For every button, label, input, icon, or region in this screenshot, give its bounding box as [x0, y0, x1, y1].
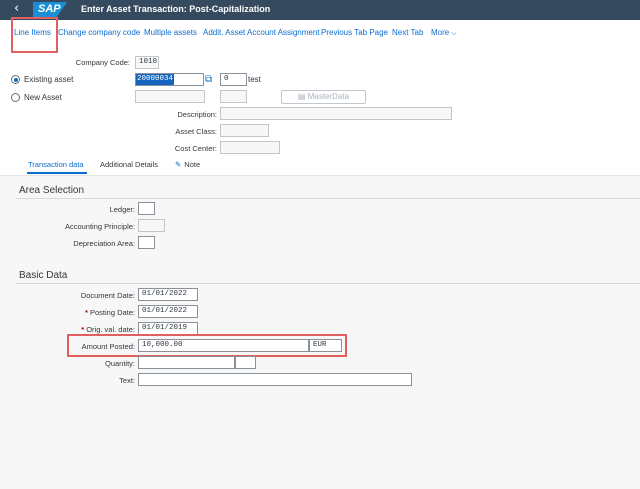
text-label: Text:	[119, 376, 135, 385]
amount-posted-field[interactable]: 10,000.00	[138, 339, 309, 352]
back-icon[interactable]: ‹	[14, 2, 19, 16]
line-items-highlight	[11, 17, 58, 53]
amount-posted-label: Amount Posted:	[81, 342, 135, 351]
masterdata-icon: ▤	[297, 92, 308, 101]
basic-data-title: Basic Data	[19, 270, 68, 281]
asset-class-label: Asset Class:	[175, 127, 217, 136]
previous-tab-page-button[interactable]: Previous Tab Page	[321, 28, 388, 38]
shell-bar: ‹ SAP Enter Asset Transaction: Post-Capi…	[0, 0, 640, 20]
cost-center-label: Cost Center:	[174, 144, 217, 153]
company-code-field[interactable]: 1010	[135, 56, 159, 69]
text-field[interactable]	[138, 373, 412, 386]
document-date-label: Document Date:	[80, 291, 135, 300]
active-tab-indicator	[27, 172, 87, 174]
page-title: Enter Asset Transaction: Post-Capitaliza…	[81, 4, 271, 14]
cost-center-field[interactable]	[220, 141, 280, 154]
addit-asset-account-assignment-button[interactable]: Addit. Asset Account Assignment	[203, 28, 320, 38]
basic-data-divider	[16, 283, 640, 284]
asset-number-value: 20000034	[136, 74, 175, 85]
tab-additional-details[interactable]: Additional Details	[100, 160, 158, 170]
sap-logo: SAP	[33, 2, 67, 17]
company-code-label: Company Code:	[75, 58, 130, 67]
copy-icon[interactable]: ⧉	[205, 74, 216, 85]
quantity-unit-field[interactable]	[235, 356, 256, 369]
sub-number-field[interactable]: 0	[220, 73, 247, 86]
chevron-down-icon: ⌵	[451, 29, 457, 37]
more-label: More	[431, 28, 450, 37]
next-tab-button[interactable]: Next Tab	[392, 28, 423, 38]
posting-date-field[interactable]: 01/01/2022	[138, 305, 198, 318]
change-company-code-button[interactable]: Change company code	[58, 28, 140, 38]
posting-date-label: Posting Date:	[89, 308, 135, 317]
area-selection-divider	[16, 198, 640, 199]
tab-note-label: Note	[184, 160, 201, 169]
note-icon: ✎	[175, 160, 182, 169]
tab-note[interactable]: ✎ Note	[175, 160, 200, 170]
accounting-principle-label: Accounting Principle:	[64, 222, 135, 231]
depreciation-area-field[interactable]	[138, 236, 155, 249]
new-asset-subnumber-field[interactable]	[220, 90, 247, 103]
new-asset-label: New Asset	[24, 93, 62, 102]
quantity-label: Quantity:	[104, 359, 135, 368]
currency-field[interactable]: EUR	[309, 339, 342, 352]
multiple-assets-button[interactable]: Multiple assets	[144, 28, 197, 38]
masterdata-button[interactable]: ▤ MasterData	[281, 90, 366, 104]
tab-strip: Transaction data Additional Details ✎ Not…	[0, 160, 640, 173]
ledger-label: Ledger:	[109, 205, 135, 214]
ledger-field[interactable]	[138, 202, 155, 215]
depreciation-area-label: Depreciation Area:	[73, 239, 135, 248]
asset-class-field[interactable]	[220, 124, 269, 137]
quantity-field[interactable]	[138, 356, 235, 369]
asset-number-field[interactable]: 20000034	[135, 73, 204, 86]
existing-asset-radio[interactable]	[11, 75, 20, 84]
document-date-field[interactable]: 01/01/2022	[138, 288, 198, 301]
description-field[interactable]	[220, 107, 452, 120]
area-selection-title: Area Selection	[19, 185, 85, 196]
toolbar: Line Items Change company code Multiple …	[0, 20, 640, 45]
description-label: Description:	[177, 110, 217, 119]
accounting-principle-field[interactable]	[138, 219, 165, 232]
new-asset-radio[interactable]	[11, 93, 20, 102]
orig-val-date-label: Orig. val. date:	[86, 325, 135, 334]
masterdata-label: MasterData	[307, 92, 350, 101]
existing-asset-label: Existing asset	[24, 75, 74, 84]
posting-date-label-wrap: * Posting Date:	[30, 308, 135, 318]
new-asset-number-field[interactable]	[135, 90, 205, 103]
asset-description-text: test	[248, 75, 261, 84]
more-menu-button[interactable]: More ⌵	[431, 28, 457, 38]
tab-transaction-data[interactable]: Transaction data	[28, 160, 84, 170]
